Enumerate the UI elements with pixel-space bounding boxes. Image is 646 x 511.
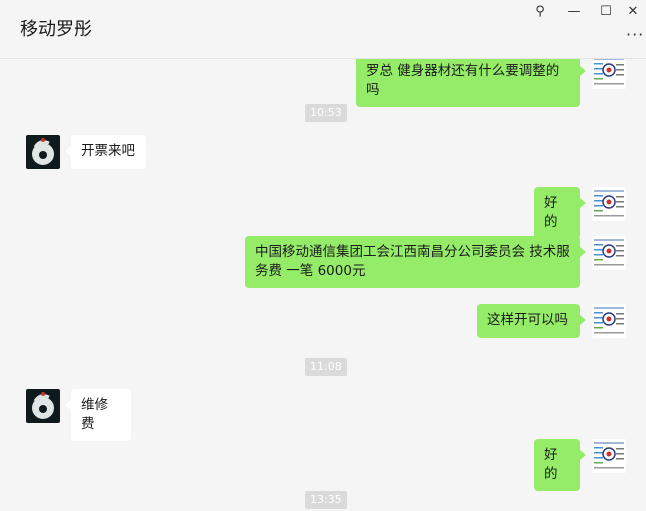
incoming-message[interactable]: 开票来吧 [65,135,146,169]
self-avatar[interactable] [592,304,626,338]
self-avatar[interactable] [592,59,626,89]
pin-icon[interactable]: ⚲ [523,0,557,22]
chat-title: 移动罗彤 [20,19,92,40]
outgoing-message[interactable]: 中国移动通信集团工会江西南昌分公司委员会 技术服务费 一笔 6000元 [245,236,586,288]
outgoing-message[interactable]: 罗总 健身器材还有什么要调整的吗 [356,59,586,107]
self-avatar[interactable] [592,236,626,270]
message-list[interactable]: 罗总 健身器材还有什么要调整的吗 10:53 开票来吧 好的 中国移动通信集团工会江西南… [0,59,646,511]
more-options-icon[interactable]: ··· [626,27,646,43]
contact-avatar[interactable] [26,389,60,423]
outgoing-message[interactable]: 好的 [534,187,586,239]
timestamp: 11:08 [305,358,347,376]
outgoing-message[interactable]: 好的 [534,439,586,491]
close-button[interactable]: ✕ [616,0,646,22]
timestamp: 10:53 [305,104,347,122]
contact-avatar[interactable] [26,135,60,169]
title-bar: 移动罗彤 ⚲ — ☐ ✕ ··· [0,0,646,59]
incoming-message[interactable]: 维修费 [65,389,131,441]
timestamp: 13:35 [305,491,347,509]
self-avatar[interactable] [592,439,626,473]
minimize-button[interactable]: — [557,0,591,22]
self-avatar[interactable] [592,187,626,221]
outgoing-message[interactable]: 这样开可以吗 [477,304,586,338]
